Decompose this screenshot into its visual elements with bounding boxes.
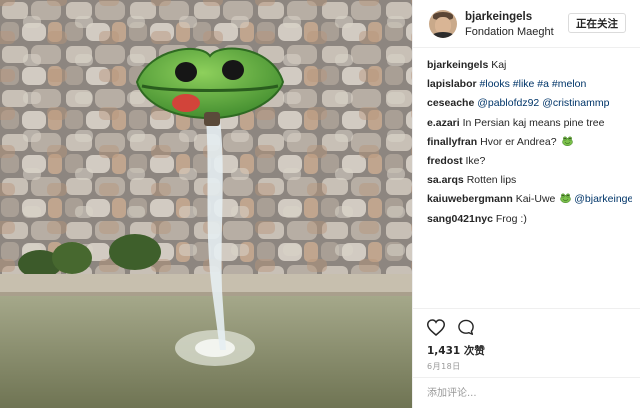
comment-text: Hvor er Andrea? — [480, 135, 557, 148]
comment-text: Rotten lips — [466, 174, 517, 187]
post-side-panel: bjarkeingels Fondation Maeght 正在关注 bjark… — [412, 0, 640, 408]
comment-item: sang0421nyc Frog :) — [427, 210, 632, 229]
post-footer: 1,431 次赞 6月18日 — [413, 308, 640, 409]
comment-item: e.azari In Persian kaj means pine tree — [427, 114, 632, 133]
avatar[interactable] — [429, 10, 457, 38]
comment-username[interactable]: finallyfran — [427, 136, 477, 148]
comment-item: fredost Ike? — [427, 152, 632, 171]
comment-text: In Persian kaj means pine tree — [462, 116, 605, 129]
comment-item: bjarkeingels Kaj — [427, 56, 632, 75]
add-comment-input[interactable] — [427, 384, 623, 402]
post-author-username[interactable]: bjarkeingels — [465, 11, 532, 23]
frog-emoji-icon — [560, 193, 572, 204]
comment-username[interactable]: e.azari — [427, 117, 460, 129]
comment-item: kaiuwebergmann Kai-Uwe @bjarkeingels — [427, 190, 632, 209]
comment-item: lapislabor #looks #like #a #melon — [427, 75, 632, 94]
post-date: 6月18日 — [427, 362, 461, 371]
comment-username[interactable]: sa.arqs — [427, 174, 464, 186]
comment-item: ceseache @pablofdz92 @cristinammp — [427, 94, 632, 113]
comment-link[interactable]: @pablofdz92 — [477, 97, 539, 109]
post-header: bjarkeingels Fondation Maeght 正在关注 — [413, 0, 640, 48]
comment-link[interactable]: @bjarkeingels — [574, 193, 632, 205]
photo-image — [0, 0, 412, 408]
comment-username[interactable]: ceseache — [427, 97, 474, 109]
comment-text: Kai-Uwe — [515, 193, 556, 206]
add-comment-section — [413, 377, 640, 409]
comment-username[interactable]: lapislabor — [427, 78, 477, 90]
comment-bubble-icon[interactable] — [457, 319, 475, 336]
comment-text: Frog :) — [495, 212, 527, 225]
post-photo[interactable] — [0, 0, 412, 408]
comment-link[interactable]: @cristinammp — [542, 97, 609, 109]
comment-text: Ike? — [465, 155, 486, 168]
action-bar — [427, 319, 483, 341]
post-location[interactable]: Fondation Maeght — [465, 26, 554, 38]
comment-list: bjarkeingels Kaj lapislabor #looks #like … — [427, 56, 632, 229]
comment-username[interactable]: fredost — [427, 155, 463, 167]
comment-username[interactable]: bjarkeingels — [427, 59, 488, 71]
heart-icon[interactable] — [427, 319, 445, 336]
comment-item: sa.arqs Rotten lips — [427, 171, 632, 190]
like-count[interactable]: 1,431 次赞 — [427, 343, 485, 358]
following-button[interactable]: 正在关注 — [568, 13, 626, 33]
comment-username[interactable]: kaiuwebergmann — [427, 193, 513, 205]
frog-emoji-icon — [561, 136, 573, 146]
comment-link[interactable]: #looks #like #a #melon — [480, 78, 587, 90]
comment-text: Kaj — [491, 59, 507, 71]
comment-username[interactable]: sang0421nyc — [427, 213, 493, 225]
comment-item: finallyfran Hvor er Andrea? — [427, 133, 632, 152]
